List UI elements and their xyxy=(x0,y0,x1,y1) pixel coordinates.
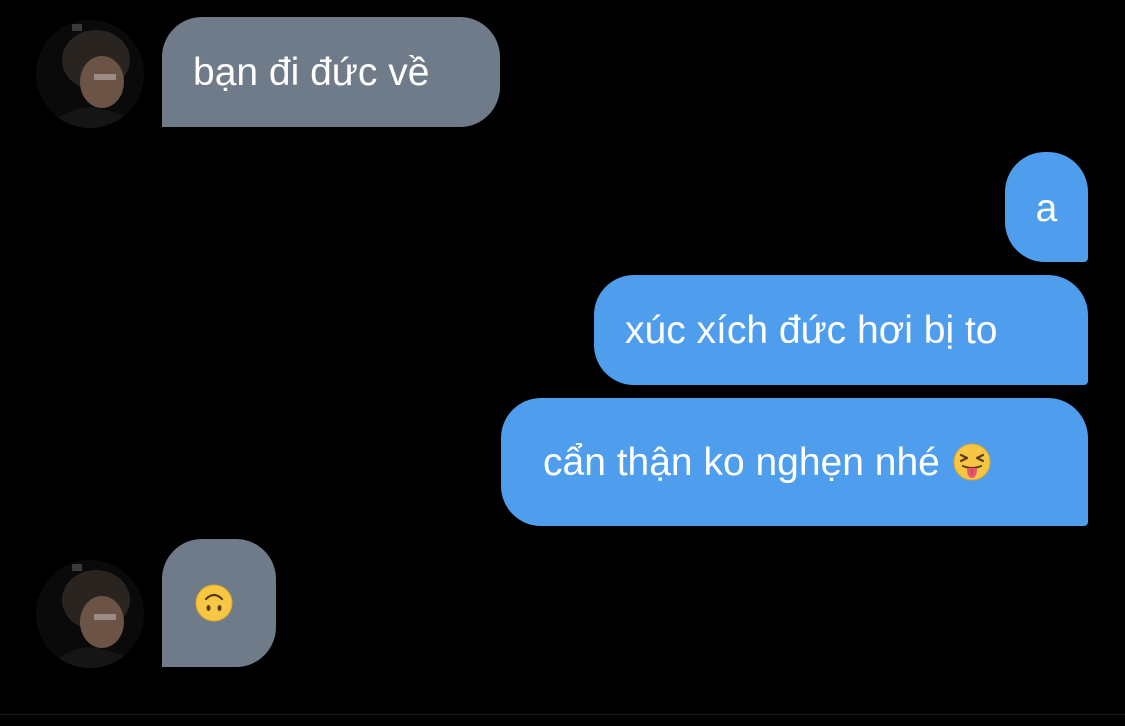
incoming-message-bubble[interactable] xyxy=(162,539,276,667)
avatar-photo xyxy=(36,560,144,668)
outgoing-message-bubble[interactable]: cẩn thận ko nghẹn nhé xyxy=(501,398,1088,526)
incoming-message-bubble[interactable]: bạn đi đức về xyxy=(162,17,500,127)
message-text: a xyxy=(1035,186,1058,230)
avatar-photo xyxy=(36,20,144,128)
outgoing-message-bubble[interactable]: xúc xích đức hơi bị to xyxy=(594,275,1088,385)
contact-avatar[interactable] xyxy=(36,20,144,128)
upside-down-face-icon xyxy=(194,583,234,623)
message-text: bạn đi đức về xyxy=(193,50,430,94)
divider xyxy=(0,714,1125,715)
message-text: xúc xích đức hơi bị to xyxy=(625,308,998,352)
message-text: cẩn thận ko nghẹn nhé xyxy=(543,440,940,484)
outgoing-message-bubble[interactable]: a xyxy=(1005,152,1088,262)
contact-avatar[interactable] xyxy=(36,560,144,668)
squinting-face-with-tongue-icon xyxy=(952,442,992,482)
